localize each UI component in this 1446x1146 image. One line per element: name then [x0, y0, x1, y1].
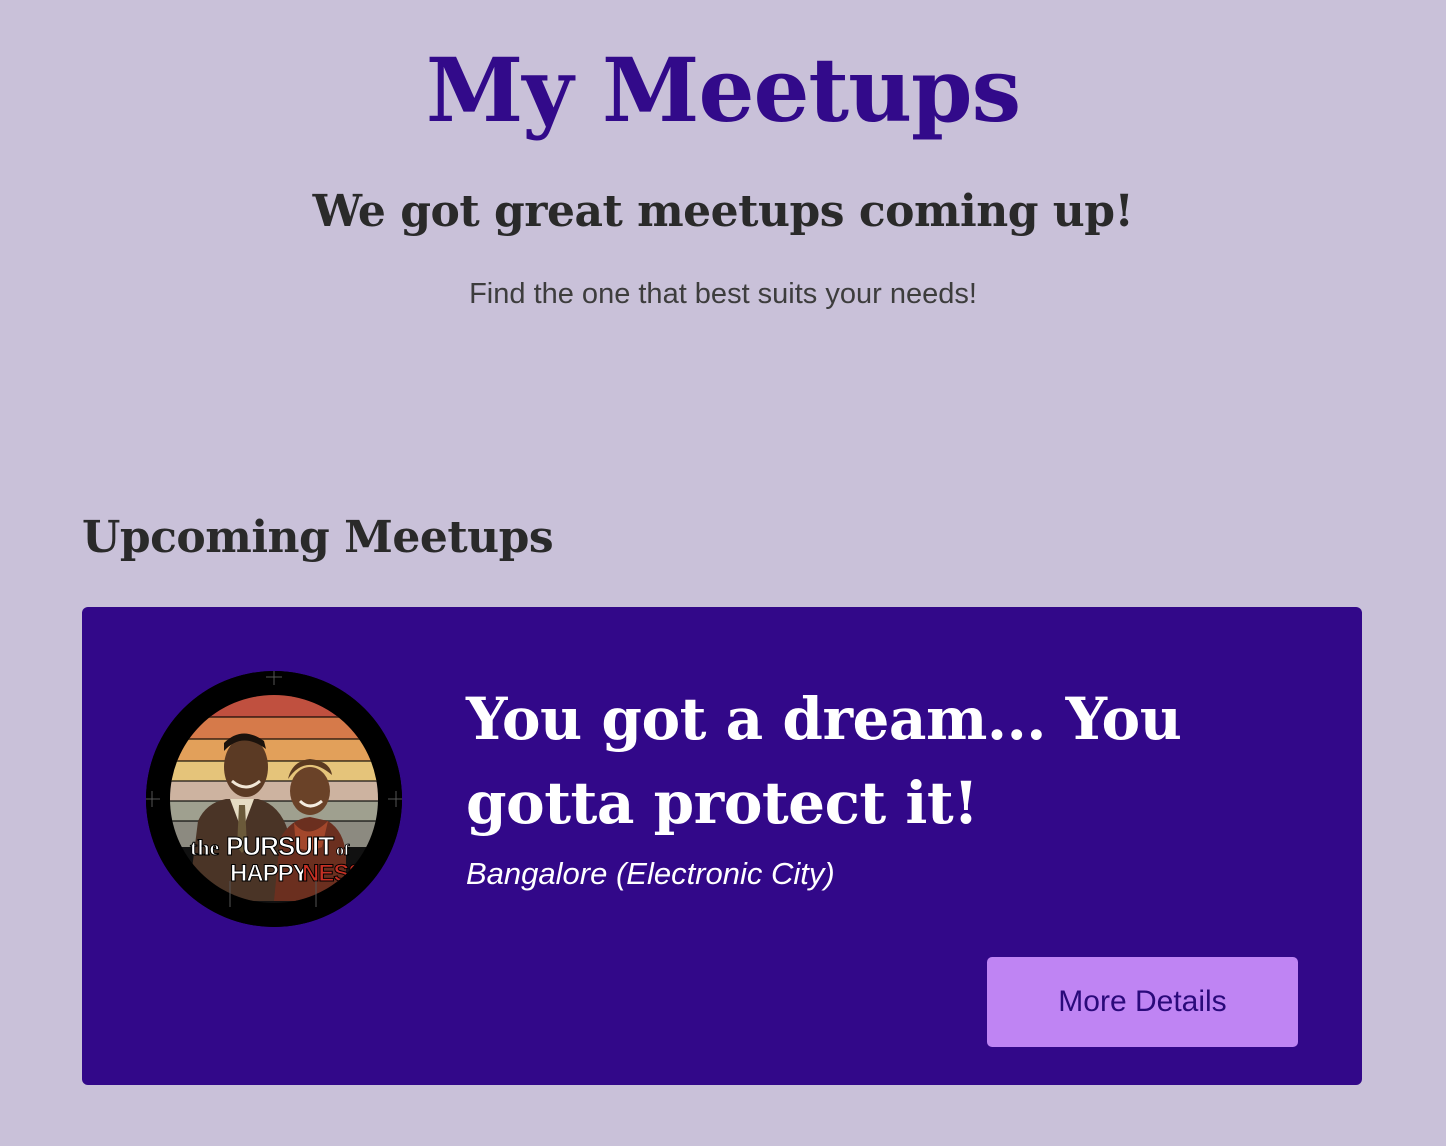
poster-text-pursuit: PURSUIT [226, 831, 334, 861]
page-subtitle: We got great meetups coming up! [312, 186, 1134, 237]
meetup-location: Bangalore (Electronic City) [466, 856, 835, 891]
meetup-title: You got a dream... You gotta protect it! [466, 685, 1182, 837]
poster-text-of: of [336, 842, 350, 859]
more-details-button[interactable]: More Details [987, 957, 1298, 1047]
poster-graphic: the PURSUIT of HAPPY NESS [146, 671, 402, 927]
poster-text-happy: HAPPY [230, 860, 309, 887]
poster-text-the: the [190, 835, 220, 860]
meetup-card: the PURSUIT of HAPPY NESS You got a drea… [82, 607, 1362, 1085]
section-heading: Upcoming Meetups [82, 512, 554, 563]
page-tagline: Find the one that best suits your needs! [469, 278, 977, 310]
meetup-image: the PURSUIT of HAPPY NESS [146, 671, 402, 927]
page-title: My Meetups [425, 38, 1021, 142]
